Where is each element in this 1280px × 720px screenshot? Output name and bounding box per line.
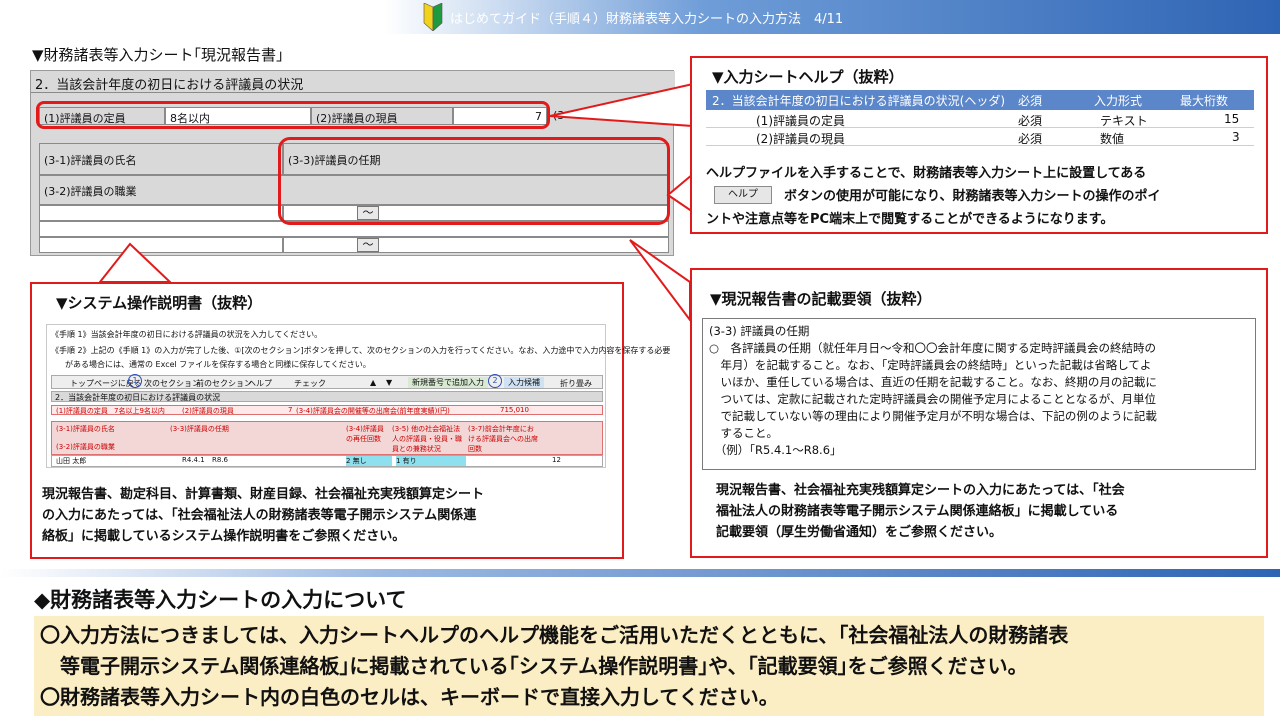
help-title: ▼入力シートヘルプ（抜粋） <box>712 68 904 86</box>
help-col-maxlen: 最大桁数 <box>1180 94 1229 108</box>
help-col-required: 必須 <box>1018 94 1043 108</box>
manual-description: 現況報告書、勘定科目、計算書類、財産目録、社会福祉充実残額算定シート の入力にあ… <box>42 484 484 547</box>
manual-toolbar: トップページに戻る 1 次のセクション 前のセクション ヘルプ チェック ▲ ▼… <box>51 374 603 389</box>
manual-r4-c5: 12 <box>552 456 561 464</box>
about-line: 等電子開示システム関係連絡板｣に掲載されている｢システム操作説明書｣や、｢記載要… <box>40 654 1028 678</box>
manual-r4-c2: R8.6 <box>212 456 228 464</box>
manual-r4-c1: R4.4.1 <box>182 456 205 464</box>
about-box: 〇入力方法につきましては、入力シートヘルプのヘルプ機能をご活用いただくとともに、… <box>34 616 1264 716</box>
guide-line: で記載していない等の理由により開催予定月が不明な場合は、下記の例のように記載 <box>709 409 1157 423</box>
about-title: ◆財務諸表等入力シートの入力について <box>34 588 407 612</box>
help-button[interactable]: ヘルプ <box>714 186 772 204</box>
about-line: 〇入力方法につきましては、入力シートヘルプのヘルプ機能をご活用いただくとともに、… <box>40 623 1069 647</box>
manual-btn-prev: 前のセクション <box>196 379 252 388</box>
help-description-3: ントや注意点等をPC端末上で閲覧することができるようになります。 <box>706 212 1114 227</box>
manual-r4-c3: 2 無し <box>346 456 392 466</box>
guide-line: いほか、重任している場合は、直近の任期を記載すること。なお、終期の月の記載に <box>709 375 1157 389</box>
manual-r2-c3: (3-5) 他の社会福祉法人の評議員・役員・職員との兼務状況 <box>392 425 462 453</box>
manual-step2a: 《手順 2》上記の《手順 1》の入力が完了した後、①[次のセクション]ボタンを押… <box>51 346 671 355</box>
manual-r4-c4: 1 有り <box>396 456 466 466</box>
help-table-row: (1)評議員の定員 必須 テキスト 15 <box>706 110 1254 128</box>
manual-btn-up: ▲ <box>370 378 377 387</box>
about-line: 〇財務諸表等入力シート内の白色のセルは、キーボードで直接入力してください。 <box>40 685 779 709</box>
manual-btn-add: 新規番号で追加入力 <box>408 377 488 388</box>
manual-row2: (3-1)評議員の氏名 (3-3)評議員の任期 (3-4)評議員の再任回数 (3… <box>51 421 603 455</box>
manual-r1-c1: 7名以上9名以内 <box>114 407 165 415</box>
help-row-format: テキスト <box>1100 114 1148 128</box>
manual-r1-c2: (2)評議員の現員 <box>182 407 234 415</box>
manual-r1-c0: (1)評議員の定員 <box>56 407 108 415</box>
manual-row4: 山田 太郎 R4.4.1 R8.6 2 無し 1 有り 12 <box>51 455 603 467</box>
help-row-format: 数値 <box>1100 132 1125 146</box>
help-col-item: 2．当該会計年度の初日における評議員の状況(ヘッダ) <box>712 94 1006 108</box>
guide-title: ▼現況報告書の記載要領（抜粋） <box>710 290 932 308</box>
guide-excerpt: (3-3) 評議員の任期 ○ 各評議員の任期（就任年月日～令和〇〇会計年度に関す… <box>702 318 1256 470</box>
manual-btn-candidate: 入力候補 <box>504 377 544 388</box>
manual-r1-c5: 715,010 <box>500 406 529 414</box>
help-callout: ▼入力シートヘルプ（抜粋） 2．当該会計年度の初日における評議員の状況(ヘッダ)… <box>690 56 1268 234</box>
guide-desc-line: 現況報告書、社会福祉充実残額算定シートの入力にあたっては、「社会 <box>716 483 1125 498</box>
manual-r2-c1: (3-3)評議員の任期 <box>170 425 229 433</box>
manual-callout: ▼システム操作説明書（抜粋） 《手順 1》当該会計年度の初日における評議員の状況… <box>30 282 670 559</box>
section-divider <box>0 569 1280 577</box>
manual-r2-c4: (3-7)前会計年度における評議員会への出席回数 <box>468 425 538 453</box>
manual-r2-c2: (3-4)評議員の再任回数 <box>346 425 384 443</box>
manual-btn-check: チェック <box>294 379 326 388</box>
guide-line: ついては、定款に記載された定時評議員会の開催予定月によることとなるが、月単位 <box>709 392 1157 406</box>
manual-btn-next: 次のセクション <box>144 379 200 388</box>
help-description-2: ボタンの使用が可能になり、財務諸表等入力シートの操作のポイ <box>784 189 1161 204</box>
manual-r1-c3: 7 <box>288 406 293 414</box>
help-table-header: 2．当該会計年度の初日における評議員の状況(ヘッダ) 必須 入力形式 最大桁数 <box>706 90 1254 110</box>
help-row-item: (1)評議員の定員 <box>756 114 845 128</box>
manual-title: ▼システム操作説明書（抜粋） <box>56 294 263 312</box>
manual-screenshot: 《手順 1》当該会計年度の初日における評議員の状況を入力してください。 《手順 … <box>46 324 670 468</box>
manual-btn-down: ▼ <box>386 378 393 387</box>
manual-desc-line: 絡板」に掲載しているシステム操作説明書をご参照ください。 <box>42 529 406 544</box>
manual-step1: 《手順 1》当該会計年度の初日における評議員の状況を入力してください。 <box>51 330 323 339</box>
guide-line: 年月）を記載すること。なお、「定時評議員会の終結時」といった記載は省略してよ <box>709 358 1152 372</box>
help-table-row: (2)評議員の現員 必須 数値 3 <box>706 128 1254 146</box>
manual-btn-help: ヘルプ <box>248 379 272 388</box>
manual-row1: (1)評議員の定員 7名以上9名以内 (2)評議員の現員 7 (3-4)評議員会… <box>51 405 603 415</box>
manual-btn-fold: 折り畳み <box>560 379 592 388</box>
help-row-required: 必須 <box>1018 114 1043 128</box>
guide-callout: ▼現況報告書の記載要領（抜粋） (3-3) 評議員の任期 ○ 各評議員の任期（就… <box>690 268 1268 558</box>
guide-desc-line: 記載要領（厚生労働省通知）をご参照ください。 <box>716 525 1003 540</box>
help-description-1: ヘルプファイルを入手することで、財務諸表等入力シート上に設置してある <box>706 166 1147 181</box>
guide-line: ○ 各評議員の任期（就任年月日～令和〇〇会計年度に関する定時評議員会の終結時の <box>709 341 1157 355</box>
guide-line: (3-3) 評議員の任期 <box>709 324 810 338</box>
manual-desc-line: の入力にあたっては、「社会福祉法人の財務諸表等電子開示システム関係連 <box>42 508 477 523</box>
manual-circle-1: 1 <box>128 374 142 388</box>
help-col-format: 入力形式 <box>1094 94 1143 108</box>
guide-description: 現況報告書、社会福祉充実残額算定シートの入力にあたっては、「社会 福祉法人の財務… <box>716 480 1125 543</box>
help-row-maxlen: 15 <box>1224 112 1240 126</box>
manual-r3: (3-2)評議員の職業 <box>56 443 115 451</box>
manual-r1-c4: (3-4)評議員会の開催等の出席会(前年度実績)(円) <box>296 407 450 415</box>
manual-r4-c0: 山田 太郎 <box>56 457 87 465</box>
guide-line: すること。 <box>709 426 778 440</box>
help-row-item: (2)評議員の現員 <box>756 132 845 146</box>
help-row-required: 必須 <box>1018 132 1043 146</box>
manual-step2b: がある場合には、通常の Excel ファイルを保存する場合と同様に保存してくださ… <box>65 360 371 369</box>
help-row-maxlen: 3 <box>1232 130 1240 144</box>
guide-desc-line: 福祉法人の財務諸表等電子開示システム関係連絡板」に掲載している <box>716 504 1119 519</box>
guide-line: （例）「R5.4.1～R8.6」 <box>709 443 842 457</box>
manual-sheet-title: 2．当該会計年度の初日における評議員の状況 <box>51 391 603 402</box>
manual-r2-c0: (3-1)評議員の氏名 <box>56 425 115 433</box>
manual-desc-line: 現況報告書、勘定科目、計算書類、財産目録、社会福祉充実残額算定シート <box>42 487 485 502</box>
manual-circle-2: 2 <box>488 374 502 388</box>
